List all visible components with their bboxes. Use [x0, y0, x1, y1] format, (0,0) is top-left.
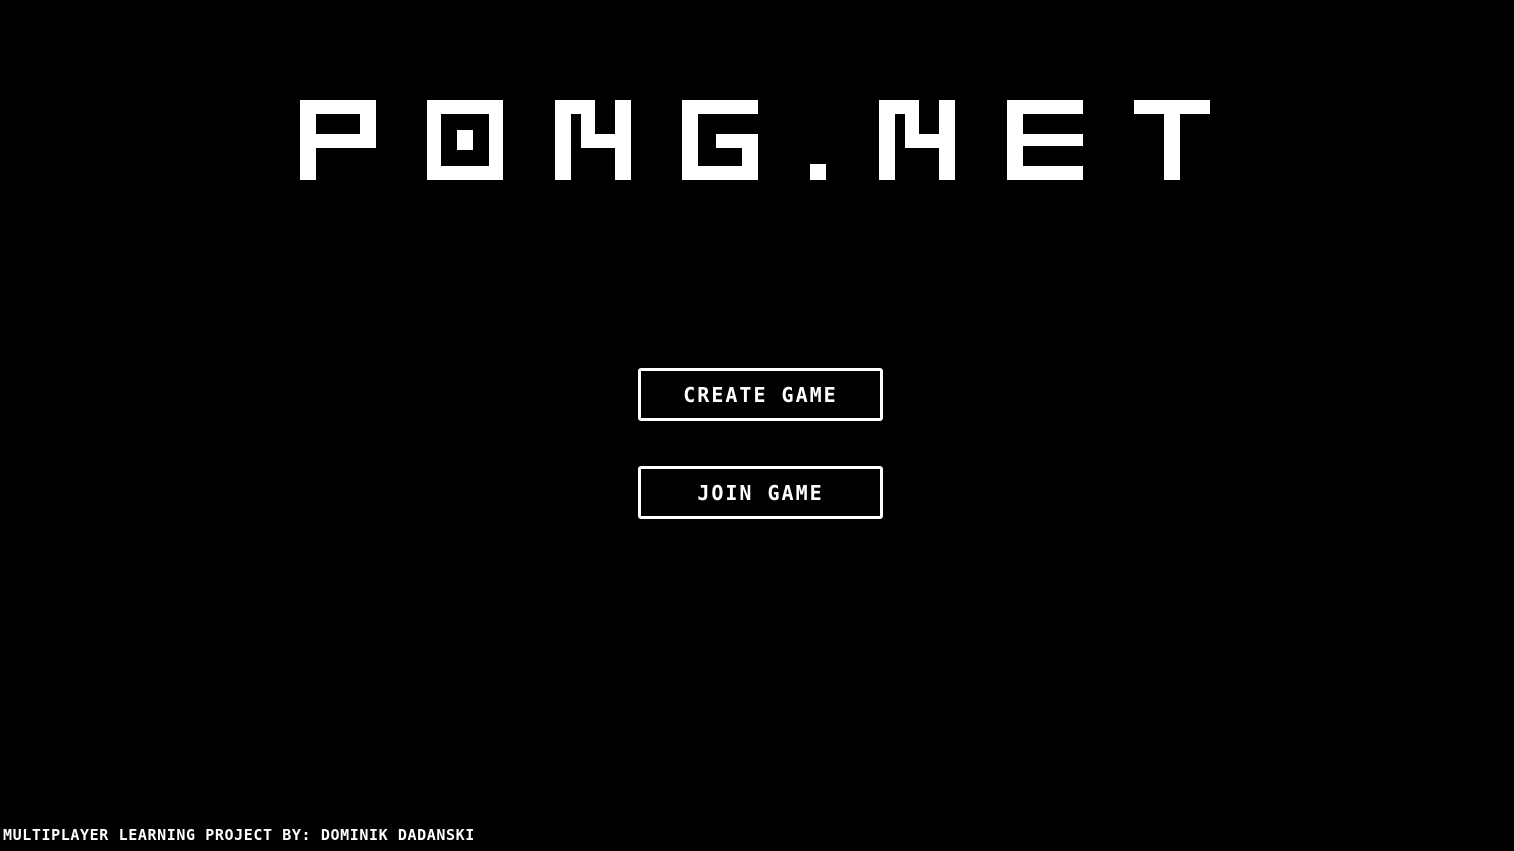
title-letter-o	[427, 100, 504, 180]
title-letter-p	[300, 100, 376, 180]
title-letter-n-2	[879, 100, 956, 180]
title-letter-n	[554, 100, 631, 180]
game-screen: CREATE GAME JOIN GAME MULTIPLAYER LEARNI…	[0, 0, 1514, 851]
title-letter-g	[682, 100, 759, 180]
join-game-button[interactable]: JOIN GAME	[638, 466, 883, 519]
title-letter-e	[1006, 100, 1083, 180]
credits-footer: MULTIPLAYER LEARNING PROJECT BY: DOMINIK…	[3, 826, 475, 844]
title-dot	[809, 164, 826, 180]
create-game-button[interactable]: CREATE GAME	[638, 368, 883, 421]
game-title-logo	[300, 100, 1210, 184]
title-letter-t	[1133, 100, 1210, 180]
